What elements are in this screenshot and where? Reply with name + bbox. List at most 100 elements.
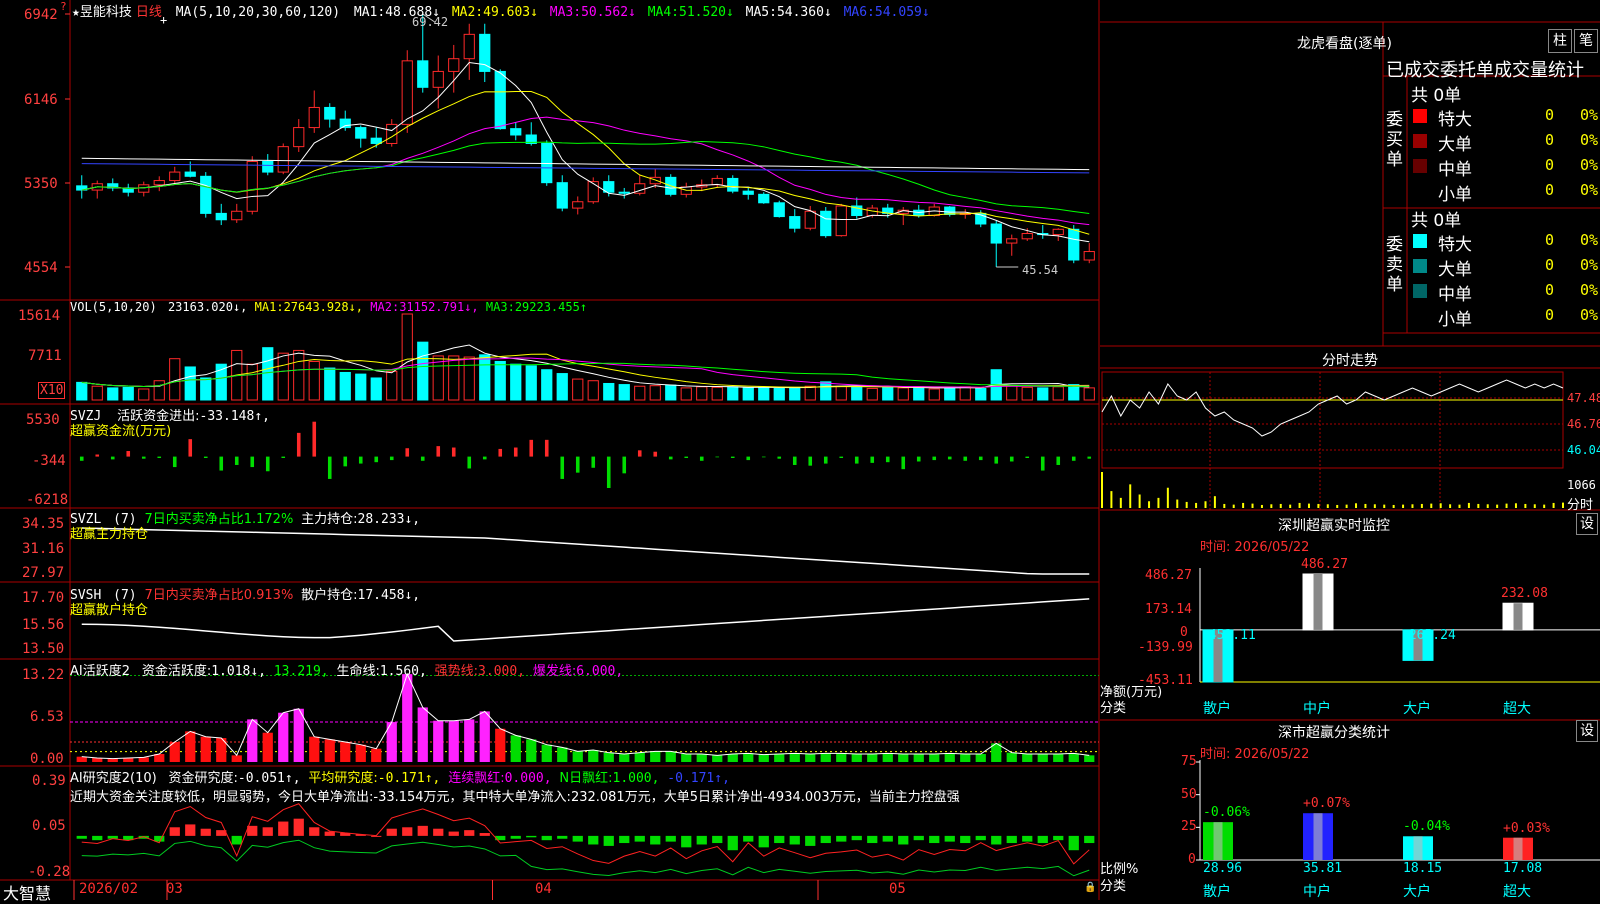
- research-bar[interactable]: [464, 830, 475, 836]
- activity-bar[interactable]: [464, 719, 475, 762]
- volume-bar[interactable]: [1052, 386, 1064, 401]
- volume-bar[interactable]: [184, 366, 196, 401]
- activity-bar[interactable]: [138, 757, 149, 762]
- activity-bar[interactable]: [588, 750, 599, 762]
- activity-bar[interactable]: [1006, 752, 1017, 762]
- research-bar[interactable]: [510, 835, 521, 839]
- candlestick[interactable]: [153, 180, 165, 186]
- activity-bar[interactable]: [324, 739, 335, 762]
- candlestick[interactable]: [789, 216, 801, 229]
- research-bar[interactable]: [1084, 835, 1095, 844]
- activity-bar[interactable]: [758, 754, 769, 762]
- candlestick[interactable]: [293, 127, 305, 148]
- activity-bar[interactable]: [557, 747, 568, 762]
- candlestick[interactable]: [432, 70, 444, 88]
- activity-bar[interactable]: [727, 754, 738, 762]
- research-bar[interactable]: [619, 835, 630, 844]
- research-bar[interactable]: [681, 835, 692, 848]
- activity-bar[interactable]: [526, 739, 537, 762]
- research-bar[interactable]: [603, 835, 614, 846]
- research-bar[interactable]: [851, 835, 862, 841]
- activity-bar[interactable]: [805, 754, 816, 762]
- candlestick[interactable]: [262, 160, 274, 173]
- chart-area[interactable]: [0, 0, 1600, 900]
- stock-name[interactable]: 昱能科技: [80, 5, 132, 20]
- activity-bar[interactable]: [1068, 753, 1079, 762]
- candlestick[interactable]: [463, 33, 475, 60]
- activity-bar[interactable]: [541, 744, 552, 762]
- activity-bar[interactable]: [479, 711, 490, 762]
- activity-bar[interactable]: [743, 753, 754, 762]
- volume-bar[interactable]: [479, 354, 491, 401]
- volume-bar[interactable]: [1037, 387, 1049, 401]
- activity-bar[interactable]: [681, 754, 692, 762]
- volume-bar[interactable]: [572, 378, 584, 401]
- volume-bar[interactable]: [618, 384, 630, 401]
- volume-bar[interactable]: [835, 385, 847, 401]
- research-bar[interactable]: [185, 824, 196, 836]
- volume-bar[interactable]: [525, 365, 537, 401]
- volume-bar[interactable]: [587, 380, 599, 401]
- activity-bar[interactable]: [960, 754, 971, 762]
- research-bar[interactable]: [1037, 835, 1048, 844]
- activity-bar[interactable]: [355, 744, 366, 762]
- volume-bar[interactable]: [246, 363, 258, 401]
- activity-bar[interactable]: [340, 742, 351, 762]
- candlestick[interactable]: [169, 171, 181, 182]
- volume-bar[interactable]: [277, 352, 289, 401]
- candlestick[interactable]: [138, 184, 150, 193]
- activity-bar[interactable]: [944, 753, 955, 762]
- activity-bar[interactable]: [820, 753, 831, 762]
- activity-bar[interactable]: [882, 753, 893, 762]
- candlestick[interactable]: [1006, 238, 1018, 244]
- crosshair-icon[interactable]: +: [160, 13, 167, 27]
- activity-bar[interactable]: [665, 751, 676, 762]
- candlestick[interactable]: [820, 210, 832, 237]
- volume-bar[interactable]: [463, 356, 475, 401]
- candlestick[interactable]: [510, 128, 522, 136]
- activity-bar[interactable]: [650, 751, 661, 762]
- volume-bar[interactable]: [882, 386, 894, 401]
- bar-mode-button[interactable]: 柱: [1548, 29, 1572, 53]
- research-bar[interactable]: [293, 818, 304, 836]
- tick-mode-button[interactable]: 笔: [1574, 29, 1598, 53]
- candlestick[interactable]: [1021, 233, 1033, 240]
- volume-bar[interactable]: [293, 349, 305, 401]
- activity-bar[interactable]: [836, 753, 847, 762]
- research-bar[interactable]: [929, 835, 940, 844]
- candlestick[interactable]: [742, 190, 754, 195]
- activity-bar[interactable]: [603, 752, 614, 762]
- research-bar[interactable]: [479, 833, 490, 836]
- activity-bar[interactable]: [712, 755, 723, 762]
- research-bar[interactable]: [696, 835, 707, 845]
- research-bar[interactable]: [789, 835, 800, 845]
- research-bar[interactable]: [634, 835, 645, 842]
- volume-bar[interactable]: [851, 386, 863, 401]
- candlestick[interactable]: [556, 182, 568, 209]
- volume-bar[interactable]: [448, 355, 460, 401]
- candlestick[interactable]: [1052, 228, 1064, 236]
- volume-bar[interactable]: [820, 381, 832, 401]
- volume-bar[interactable]: [386, 370, 398, 401]
- research-bar[interactable]: [526, 835, 537, 838]
- activity-bar[interactable]: [278, 712, 289, 762]
- volume-bar[interactable]: [417, 341, 429, 401]
- candlestick[interactable]: [727, 177, 739, 192]
- volume-bar[interactable]: [153, 380, 165, 401]
- sz-class-settings-button[interactable]: 设: [1576, 720, 1598, 742]
- research-bar[interactable]: [433, 828, 444, 836]
- candlestick[interactable]: [773, 202, 785, 218]
- activity-bar[interactable]: [929, 754, 940, 762]
- volume-bar[interactable]: [1083, 387, 1095, 401]
- volume-bar[interactable]: [975, 387, 987, 401]
- volume-bar[interactable]: [138, 388, 150, 401]
- research-bar[interactable]: [944, 835, 955, 842]
- volume-bar[interactable]: [727, 386, 739, 401]
- volume-bar[interactable]: [122, 386, 134, 401]
- volume-bar[interactable]: [262, 347, 274, 401]
- research-bar[interactable]: [975, 835, 986, 841]
- research-bar[interactable]: [324, 831, 335, 836]
- volume-bar[interactable]: [866, 387, 878, 401]
- activity-bar[interactable]: [293, 708, 304, 762]
- activity-bar[interactable]: [417, 707, 428, 762]
